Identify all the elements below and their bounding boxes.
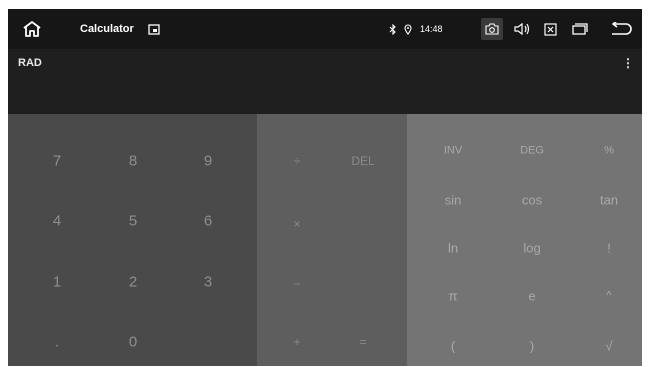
clock: 14:48 — [420, 24, 443, 34]
cos-button[interactable]: cos — [522, 194, 542, 207]
key-1[interactable]: 1 — [53, 275, 61, 290]
home-icon[interactable] — [22, 9, 44, 49]
multiply-button[interactable]: × — [293, 218, 300, 230]
deg-button[interactable]: DEG — [520, 145, 544, 157]
location-icon — [404, 9, 414, 49]
close-paren-button[interactable]: ) — [530, 340, 534, 353]
key-3[interactable]: 3 — [204, 275, 212, 290]
advanced-pad: INV DEG % sin cos tan ln log ! π e ^ ( )… — [407, 114, 642, 366]
percent-button[interactable]: % — [604, 145, 614, 157]
plus-button[interactable]: + — [293, 336, 300, 348]
status-bar: Calculator 14:48 — [8, 9, 642, 49]
volume-icon[interactable] — [513, 9, 533, 49]
key-6[interactable]: 6 — [204, 214, 212, 229]
bluetooth-icon — [389, 9, 399, 49]
key-9[interactable]: 9 — [204, 154, 212, 169]
divide-button[interactable]: ÷ — [294, 155, 301, 167]
pi-button[interactable]: π — [449, 290, 458, 303]
key-decimal[interactable]: . — [55, 335, 59, 350]
tan-button[interactable]: tan — [600, 194, 618, 207]
sqrt-button[interactable]: √ — [605, 340, 612, 353]
recents-icon[interactable] — [572, 9, 592, 49]
inv-button[interactable]: INV — [444, 145, 462, 157]
camera-button[interactable] — [481, 9, 503, 49]
e-button[interactable]: e — [528, 290, 535, 303]
back-icon[interactable] — [610, 9, 634, 49]
calculator-screen: Calculator 14:48 RAD ⋮ 7 8 9 4 5 6 1 2 3… — [8, 9, 642, 366]
minus-button[interactable]: − — [293, 278, 300, 290]
calculator-display: RAD ⋮ — [8, 49, 642, 114]
key-0[interactable]: 0 — [129, 335, 137, 350]
camera-icon — [481, 18, 503, 40]
key-7[interactable]: 7 — [53, 154, 61, 169]
sin-button[interactable]: sin — [445, 194, 462, 207]
operator-pad: ÷ DEL × − + = — [257, 114, 407, 366]
key-4[interactable]: 4 — [53, 214, 61, 229]
key-8[interactable]: 8 — [129, 154, 137, 169]
app-title: Calculator — [80, 23, 134, 35]
overflow-menu-button[interactable]: ⋮ — [622, 57, 634, 69]
open-paren-button[interactable]: ( — [451, 340, 455, 353]
ln-button[interactable]: ln — [448, 242, 458, 255]
log-button[interactable]: log — [523, 242, 540, 255]
key-2[interactable]: 2 — [129, 275, 137, 290]
close-icon[interactable] — [544, 9, 560, 49]
equals-button[interactable]: = — [359, 336, 366, 348]
power-button[interactable]: ^ — [606, 290, 611, 302]
number-pad: 7 8 9 4 5 6 1 2 3 . 0 — [8, 114, 257, 366]
factorial-button[interactable]: ! — [607, 242, 611, 255]
delete-button[interactable]: DEL — [351, 155, 374, 167]
angle-mode-indicator: RAD — [18, 57, 42, 69]
app-icon[interactable] — [148, 9, 162, 49]
key-5[interactable]: 5 — [129, 214, 137, 229]
